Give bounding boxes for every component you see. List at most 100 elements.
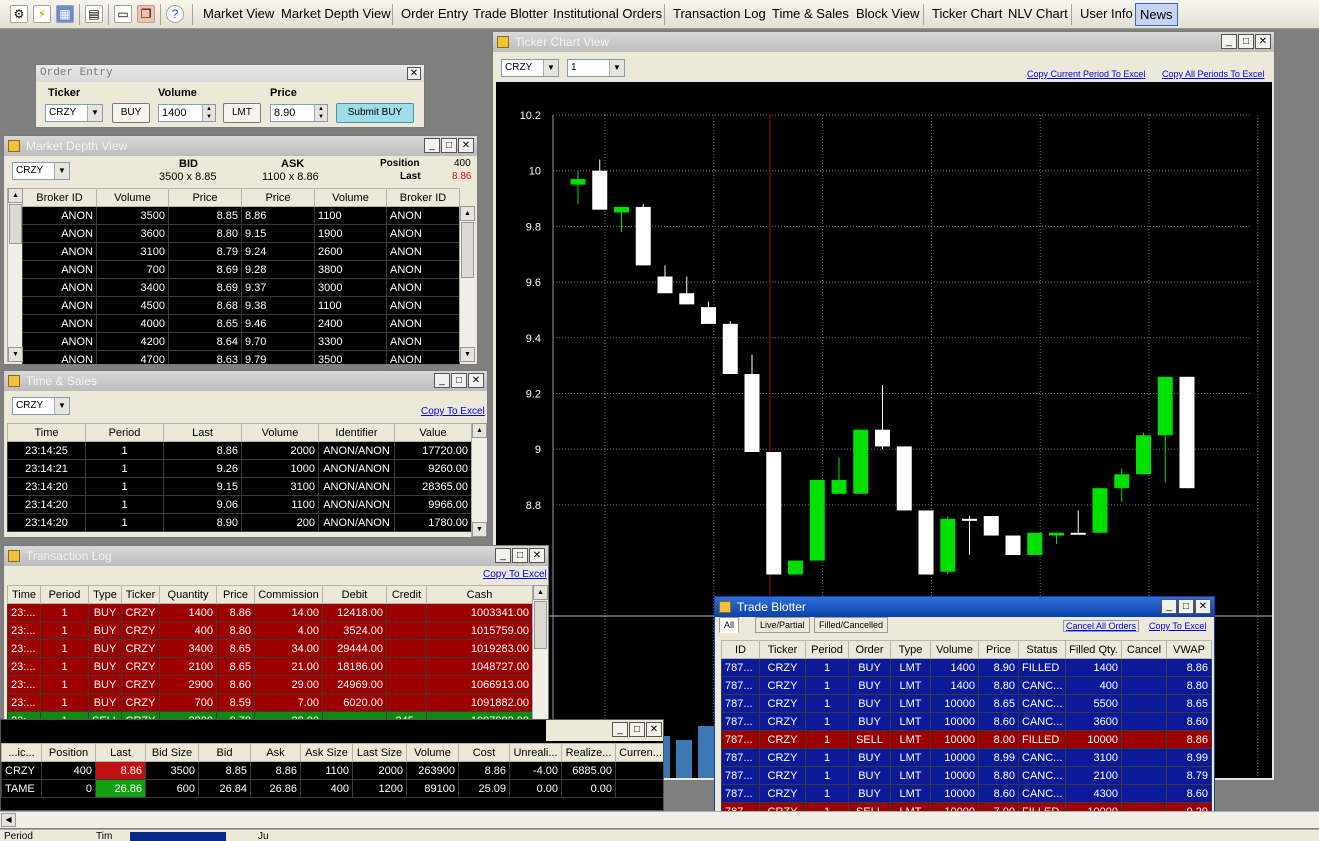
table-row[interactable]: ANON 4500 8.68 9.38 1100 ANON [22, 296, 460, 315]
minimize-icon[interactable]: _ [612, 722, 628, 737]
table-row[interactable]: 23:... 1 BUY CRZY 3400 8.65 34.00 29444.00 10192… [7, 639, 533, 658]
column-header[interactable]: Realize... [561, 743, 616, 762]
table-row[interactable]: ANON 3600 8.80 9.15 1900 ANON [22, 224, 460, 243]
scroll-down-icon[interactable]: ▼ [8, 347, 23, 362]
table-row[interactable]: ANON 700 8.69 9.28 3800 ANON [22, 260, 460, 279]
table-row[interactable]: ANON 4700 8.63 9.79 3500 ANON [22, 350, 460, 364]
column-header[interactable]: ...ic... [1, 743, 42, 762]
column-header[interactable]: Time [7, 423, 86, 442]
column-header[interactable]: Commission [254, 585, 323, 604]
gear-icon[interactable]: ⚙ [10, 5, 28, 23]
column-header[interactable]: Volume [930, 640, 979, 659]
left-scrollbar[interactable]: ▲ ▼ [7, 188, 23, 362]
window-icon[interactable]: ▭ [114, 5, 132, 23]
column-header[interactable]: Value [394, 423, 472, 442]
column-header[interactable]: Last [163, 423, 242, 442]
column-header[interactable]: Unreali... [509, 743, 562, 762]
table-row[interactable]: CRZY 400 8.86 3500 8.85 8.86 1100 2000 263900 8.8… [1, 761, 663, 780]
menu-news[interactable]: News [1135, 3, 1178, 26]
order-type-button[interactable]: LMT [223, 103, 261, 123]
scroll-up-icon[interactable]: ▲ [472, 423, 487, 438]
scroll-up-icon[interactable]: ▲ [533, 585, 548, 600]
copy-current-period-link[interactable]: Copy Current Period To Excel [1027, 69, 1145, 79]
column-header[interactable]: Price [978, 640, 1019, 659]
column-header[interactable]: Order [848, 640, 891, 659]
table-row[interactable]: 23:... 1 BUY CRZY 1400 8.86 14.00 12418.00 10033… [7, 603, 533, 622]
maximize-icon[interactable]: □ [441, 138, 457, 153]
table-row[interactable]: 787... CRZY 1 BUY LMT 10000 8.80 CANC... 2100 8.7… [721, 766, 1212, 785]
column-header[interactable]: Last Size [352, 743, 407, 762]
scroll-down-icon[interactable]: ▼ [472, 522, 487, 537]
column-header[interactable]: Bid [198, 743, 251, 762]
table-row[interactable]: ANON 3500 8.85 8.86 1100 ANON [22, 206, 460, 225]
column-header[interactable]: Quantity [159, 585, 217, 604]
column-header[interactable]: Cash [426, 585, 533, 604]
table-row[interactable]: ANON 4200 8.64 9.70 3300 ANON [22, 332, 460, 351]
table-row[interactable]: 23:... 1 BUY CRZY 2100 8.65 21.00 18186.00 10487… [7, 657, 533, 676]
scrollbar[interactable]: ▲ ▼ [471, 423, 487, 537]
close-icon[interactable]: ✕ [407, 67, 421, 80]
tab-filled-cancelled[interactable]: Filled/Cancelled [814, 617, 889, 633]
menu-transaction-log[interactable]: Transaction Log [673, 6, 766, 21]
scroll-up-icon[interactable]: ▲ [460, 206, 475, 221]
column-header[interactable]: Time [7, 585, 41, 604]
minimize-icon[interactable]: _ [434, 373, 450, 388]
copy-to-excel-link[interactable]: Copy To Excel [1149, 621, 1206, 631]
table-row[interactable]: 787... CRZY 1 BUY LMT 10000 8.60 CANC... 3600 8.6… [721, 712, 1212, 731]
period-select[interactable]: 1 ▼ [567, 59, 625, 77]
table-row[interactable]: 23:14:20 1 9.15 3100 ANON/ANON 28365.00 [7, 477, 472, 496]
table-row[interactable]: 787... CRZY 1 BUY LMT 1400 8.80 CANC... 400 8.80 [721, 676, 1212, 695]
cancel-all-orders-link[interactable]: Cancel All Orders [1063, 620, 1140, 632]
menu-trade-blotter[interactable]: Trade Blotter [473, 6, 548, 21]
table-row[interactable]: 787... CRZY 1 BUY LMT 10000 8.65 CANC... 5500 8.6… [721, 694, 1212, 713]
menu-ticker-chart[interactable]: Ticker Chart [932, 6, 1002, 21]
column-header[interactable]: Period [40, 585, 89, 604]
maximize-icon[interactable]: □ [512, 548, 528, 563]
maximize-icon[interactable]: □ [1178, 599, 1194, 614]
column-header[interactable]: Volume [314, 188, 387, 207]
right-scrollbar[interactable]: ▲ ▼ [459, 206, 475, 362]
report-icon[interactable]: ▤ [85, 5, 103, 23]
table-row[interactable]: ANON 4000 8.65 9.46 2400 ANON [22, 314, 460, 333]
grid-icon[interactable]: ▦ [56, 5, 74, 23]
table-row[interactable]: 23:... 1 BUY CRZY 700 8.59 7.00 6020.00 1091882.… [7, 693, 533, 712]
column-header[interactable]: VWAP [1166, 640, 1212, 659]
column-header[interactable]: Identifier [318, 423, 395, 442]
column-header[interactable]: Credit [386, 585, 427, 604]
maximize-icon[interactable]: □ [629, 722, 645, 737]
ticker-select[interactable]: CRZY ▼ [12, 397, 70, 415]
column-header[interactable]: Period [805, 640, 849, 659]
copy-all-periods-link[interactable]: Copy All Periods To Excel [1162, 69, 1264, 79]
column-header[interactable]: Volume [96, 188, 169, 207]
maximize-icon[interactable]: □ [1238, 34, 1254, 49]
table-row[interactable]: TAME 0 26.86 600 26.84 26.86 400 1200 89100 25.09… [1, 779, 663, 798]
minimize-icon[interactable]: _ [424, 138, 440, 153]
spinner-icon[interactable]: ▲ ▼ [314, 105, 327, 121]
column-header[interactable]: Ticker [759, 640, 806, 659]
table-row[interactable]: 23:14:25 1 8.86 2000 ANON/ANON 17720.00 [7, 441, 472, 460]
ticker-select[interactable]: CRZY ▼ [501, 59, 559, 77]
column-header[interactable]: Last [95, 743, 146, 762]
tab-all[interactable]: All [719, 617, 740, 633]
column-header[interactable]: Position [41, 743, 96, 762]
copy-to-excel-link[interactable]: Copy To Excel [483, 569, 547, 580]
table-row[interactable]: 787... CRZY 1 SELL LMT 10000 8.00 FILLED 10000 8.… [721, 730, 1212, 749]
table-row[interactable]: 787... CRZY 1 BUY LMT 10000 8.99 CANC... 3100 8.9… [721, 748, 1212, 767]
column-header[interactable]: Ask Size [300, 743, 353, 762]
submit-order-button[interactable]: Submit BUY [336, 103, 414, 123]
menu-market-depth-view[interactable]: Market Depth View [281, 6, 391, 21]
scroll-up-icon[interactable]: ▲ [8, 188, 23, 203]
menu-nlv-chart[interactable]: NLV Chart [1008, 6, 1068, 21]
maximize-icon[interactable]: □ [451, 373, 467, 388]
close-icon[interactable]: ✕ [1255, 34, 1271, 49]
lightning-icon[interactable]: ⚡ [33, 5, 51, 23]
horizontal-scrollbar[interactable]: ◀ [0, 811, 1319, 828]
menu-market-view[interactable]: Market View [203, 6, 274, 21]
scroll-left-icon[interactable]: ◀ [1, 813, 16, 827]
help-icon[interactable]: ? [166, 5, 184, 23]
close-icon[interactable]: ✕ [468, 373, 484, 388]
table-row[interactable]: 787... CRZY 1 BUY LMT 1400 8.90 FILLED 1400 8.86 [721, 658, 1212, 677]
table-row[interactable]: 23:14:20 1 8.90 200 ANON/ANON 1780.00 [7, 513, 472, 532]
volume-stepper[interactable]: 1400 ▲ ▼ [158, 104, 216, 122]
column-header[interactable]: Price [241, 188, 315, 207]
